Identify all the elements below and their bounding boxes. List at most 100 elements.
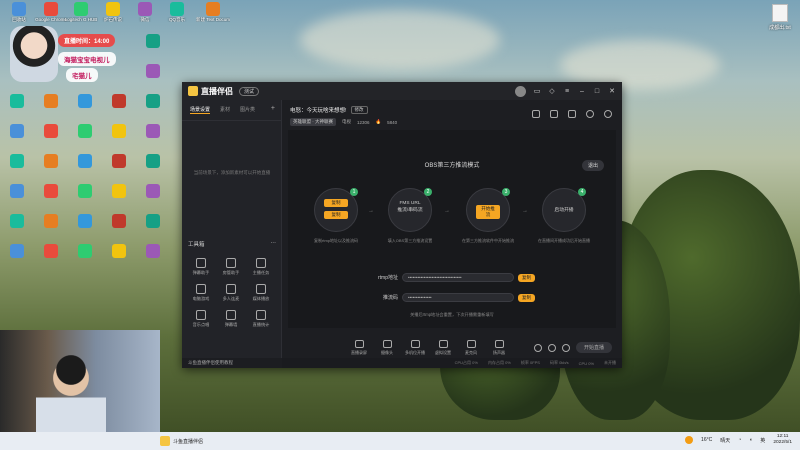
desktop-shortcut[interactable]: Logitech G HUB (64, 2, 98, 22)
desktop-app-icon[interactable] (34, 124, 68, 139)
multi-camera-button[interactable]: 多机位开播 (404, 340, 426, 356)
maximize-icon[interactable]: □ (593, 88, 601, 96)
desktop-app-icon[interactable] (0, 184, 34, 199)
desktop-app-icon[interactable] (102, 154, 136, 169)
desktop-app-icon[interactable] (0, 154, 34, 169)
input-method-icon[interactable]: 英 (760, 437, 765, 444)
more-icon[interactable]: ⋯ (271, 240, 277, 248)
desktop-shortcut[interactable]: 回收站 (2, 2, 36, 22)
store-icon[interactable] (550, 110, 558, 118)
desktop-app-icon[interactable] (102, 124, 136, 139)
desktop-shortcut[interactable]: 微信 (128, 2, 162, 22)
desktop-app-icon[interactable] (136, 184, 170, 199)
network-icon[interactable]: ◔ (738, 437, 741, 443)
record-icon[interactable] (533, 343, 542, 352)
copy-rtmp-button[interactable]: 复制 (324, 199, 348, 207)
desktop-shortcut[interactable]: Google Chrome (34, 2, 68, 22)
desktop-app-icon[interactable] (68, 244, 102, 259)
desktop-app-icon[interactable] (0, 124, 34, 139)
tool-stats[interactable]: 直播统计 (246, 310, 276, 328)
tool-multi-mic[interactable]: 多人连麦 (216, 284, 246, 302)
desktop-app-icon[interactable] (68, 214, 102, 229)
clock[interactable]: 12:11 2022/5/1 (773, 434, 792, 446)
desktop-shortcut[interactable]: QQ音乐 (160, 2, 194, 22)
desktop-app-icon[interactable] (34, 154, 68, 169)
tool-wall[interactable]: 弹幕墙 (216, 310, 246, 328)
desktop-app-icon[interactable] (136, 154, 170, 169)
desktop-app-icon[interactable] (102, 94, 136, 109)
stream-key-field[interactable]: ••••••••••••••• (402, 293, 514, 302)
desktop-app-icon[interactable] (102, 244, 136, 259)
desktop-app-icon[interactable] (136, 124, 170, 139)
step-3: 3 开始推流 (466, 188, 510, 232)
skin-icon[interactable]: ◇ (548, 88, 556, 96)
desktop-app-icon[interactable] (34, 184, 68, 199)
tool-danmaku[interactable]: 弹幕助手 (186, 258, 216, 276)
tab-scene[interactable]: 场景设置 (190, 106, 211, 114)
tool-media[interactable]: 媒体播放 (246, 284, 276, 302)
desktop-app-icon[interactable] (68, 94, 102, 109)
tool-label: 麦克风 (465, 350, 477, 355)
desktop-app-icon[interactable] (0, 94, 34, 109)
microphone-button[interactable]: 麦克风 (460, 340, 482, 356)
media-icon (256, 284, 266, 294)
close-icon[interactable]: ✕ (608, 88, 616, 96)
copy-stream-key-button[interactable]: 复制 (518, 293, 535, 302)
desktop-app-icon[interactable] (68, 154, 102, 169)
desktop-app-icon[interactable] (34, 214, 68, 229)
menu-icon[interactable]: ≡ (563, 88, 571, 96)
virtual-settings-button[interactable]: 虚拟设置 (432, 340, 454, 356)
tool-pc-game[interactable]: 电脑游戏 (186, 284, 216, 302)
desktop-app-icon[interactable] (68, 184, 102, 199)
edit-title-button[interactable]: 修改 (350, 106, 368, 114)
tool-label: 弹幕墙 (224, 322, 238, 327)
profile-avatar[interactable] (515, 86, 526, 97)
desktop-app-icon[interactable] (34, 94, 68, 109)
gift-icon[interactable] (532, 110, 540, 118)
app-name: 直播伴侣 (201, 86, 233, 96)
desktop-shortcut[interactable]: 炉石传说 (96, 2, 130, 22)
tutorial-link[interactable]: 斗鱼直播伴侣使用教程 (182, 358, 282, 368)
app-icon (112, 94, 126, 108)
desktop-app-icon[interactable] (136, 214, 170, 229)
desktop-app-icon[interactable] (136, 64, 170, 79)
desktop-app-icon[interactable] (68, 124, 102, 139)
desktop-app-icon[interactable] (0, 244, 34, 259)
copy-key-button[interactable]: 复制 (324, 211, 348, 219)
desktop-app-icon[interactable] (102, 214, 136, 229)
rtmp-field[interactable]: •••••••••••••••••••••••••••••••••• (402, 273, 514, 282)
desktop-file-icon[interactable]: 成都出.txt (760, 4, 800, 31)
version-badge[interactable]: 测试 (239, 86, 260, 96)
copy-rtmp-address-button[interactable]: 复制 (518, 273, 535, 282)
share-icon[interactable] (604, 110, 612, 118)
step-caption: 在第三方推流软件中开始推流 (462, 238, 514, 243)
tool-music[interactable]: 音乐点唱 (186, 310, 216, 328)
volume-icon[interactable]: ◖ (749, 437, 752, 443)
desktop-app-icon[interactable] (136, 34, 170, 49)
add-scene-icon[interactable]: + (271, 105, 275, 112)
gear-icon[interactable] (561, 343, 570, 352)
desktop-app-icon[interactable] (136, 94, 170, 109)
camera-button[interactable]: 摄像头 (376, 340, 398, 356)
desktop-shortcut[interactable]: 新建 Text Document.txt (196, 2, 230, 22)
preview-icon[interactable] (547, 343, 556, 352)
desktop-app-icon[interactable] (0, 214, 34, 229)
desktop-app-icon[interactable] (34, 244, 68, 259)
task-list-icon[interactable] (568, 110, 576, 118)
screen-record-button[interactable]: 直播录屏 (348, 340, 370, 356)
bell-icon[interactable] (586, 110, 594, 118)
category-chip[interactable]: 英雄联盟 · 大神联赛 (290, 118, 336, 126)
speaker-button[interactable]: 扬声器 (488, 340, 510, 356)
desktop-app-icon[interactable] (136, 244, 170, 259)
tab-image[interactable]: 图片类 (240, 106, 255, 114)
start-push-button[interactable]: 开始推流 (476, 205, 500, 219)
taskbar-app-button[interactable]: 斗鱼直播伴侣 (160, 436, 203, 446)
tool-task[interactable]: 主播任务 (246, 258, 276, 276)
exit-mode-button[interactable]: 退出 (581, 160, 604, 171)
minimize-icon[interactable]: – (578, 88, 586, 96)
desktop-app-icon[interactable] (102, 184, 136, 199)
tool-admin[interactable]: 房管助手 (216, 258, 246, 276)
message-icon[interactable]: ▭ (533, 88, 541, 96)
start-live-button[interactable]: 开始直播 (575, 342, 612, 353)
tab-material[interactable]: 素材 (220, 106, 230, 114)
